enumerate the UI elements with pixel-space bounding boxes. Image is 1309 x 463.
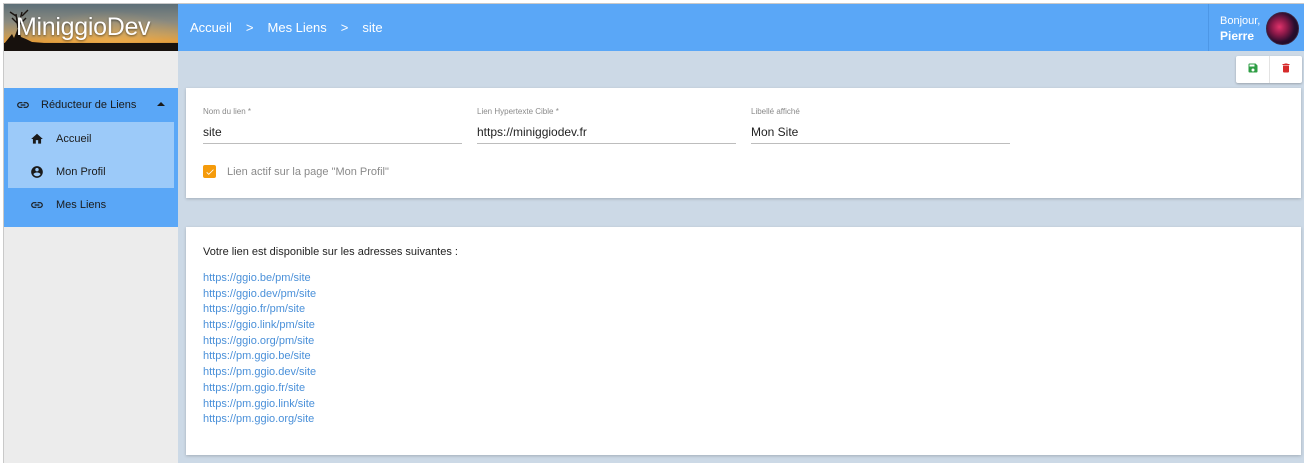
short-link[interactable]: https://ggio.dev/pm/site [203,287,316,303]
tree-line [4,43,178,51]
breadcrumb-item-home[interactable]: Accueil [190,20,232,35]
sidebar-item-label: Accueil [56,132,92,145]
sidebar: Réducteur de Liens Accueil Mon Profil Me… [4,51,178,463]
short-link[interactable]: https://pm.ggio.fr/site [203,381,316,397]
account-circle-icon [30,165,44,179]
caret-up-icon [157,102,165,106]
user-menu[interactable]: Bonjour, Pierre [1208,4,1304,51]
link-name-input[interactable]: site [203,125,462,144]
available-links-card: Votre lien est disponible sur les adress… [186,227,1301,455]
user-greeting: Bonjour, [1220,15,1261,27]
checkmark-icon [205,168,214,175]
short-link[interactable]: https://ggio.org/pm/site [203,334,316,350]
home-icon [30,132,44,146]
available-links-list: https://ggio.be/pm/site https://ggio.dev… [203,271,316,428]
available-links-intro: Votre lien est disponible sur les adress… [203,246,458,258]
short-link[interactable]: https://ggio.fr/pm/site [203,302,316,318]
breadcrumb: Accueil > Mes Liens > site [190,4,383,51]
display-label-label: Libellé affiché [751,107,800,116]
short-link[interactable]: https://pm.ggio.be/site [203,349,316,365]
sidebar-item-links[interactable]: Mes Liens [4,188,178,221]
breadcrumb-separator: > [245,20,254,35]
display-label-field[interactable]: Libellé affiché Mon Site [751,107,1010,144]
target-url-input[interactable]: https://miniggiodev.fr [477,125,736,144]
avatar[interactable] [1266,12,1299,45]
sidebar-item-home[interactable]: Accueil [8,122,174,155]
breadcrumb-separator: > [340,20,349,35]
brand-banner[interactable]: MiniggioDev [4,4,178,51]
save-button[interactable] [1236,56,1269,83]
top-header: MiniggioDev Accueil > Mes Liens > site B… [4,4,1304,51]
sidebar-item-label: Mes Liens [56,198,107,211]
link-icon [30,198,44,212]
delete-button[interactable] [1269,56,1302,83]
sidebar-group-label: Réducteur de Liens [41,99,137,111]
display-label-input[interactable]: Mon Site [751,125,1010,144]
breadcrumb-item-current: site [362,20,383,35]
delete-icon [1280,62,1292,77]
action-toolbar [1236,56,1302,83]
sidebar-group-link-shortener: Réducteur de Liens Accueil Mon Profil Me… [4,88,178,227]
link-form-card: Nom du lien * site Lien Hypertexte Cible… [186,88,1301,198]
user-name: Pierre [1220,29,1255,43]
short-link[interactable]: https://ggio.link/pm/site [203,318,316,334]
brand-title: MiniggioDev [16,13,151,41]
active-on-profile-label: Lien actif sur la page "Mon Profil" [227,165,389,178]
active-on-profile-checkbox[interactable]: Lien actif sur la page "Mon Profil" [203,165,389,178]
sidebar-item-label: Mon Profil [56,165,106,178]
sidebar-group-header[interactable]: Réducteur de Liens [4,88,178,122]
link-name-label: Nom du lien * [203,107,252,116]
target-url-field[interactable]: Lien Hypertexte Cible * https://miniggio… [477,107,736,144]
checkbox-checked[interactable] [203,165,216,178]
short-link[interactable]: https://pm.ggio.org/site [203,412,316,428]
app-window: MiniggioDev Accueil > Mes Liens > site B… [3,3,1304,463]
short-link[interactable]: https://ggio.be/pm/site [203,271,316,287]
link-name-field[interactable]: Nom du lien * site [203,107,462,144]
link-icon [16,98,30,112]
target-url-label: Lien Hypertexte Cible * [477,107,559,116]
sidebar-item-profile[interactable]: Mon Profil [8,155,174,188]
short-link[interactable]: https://pm.ggio.link/site [203,397,316,413]
save-icon [1247,62,1259,77]
breadcrumb-item-links[interactable]: Mes Liens [268,20,327,35]
short-link[interactable]: https://pm.ggio.dev/site [203,365,316,381]
